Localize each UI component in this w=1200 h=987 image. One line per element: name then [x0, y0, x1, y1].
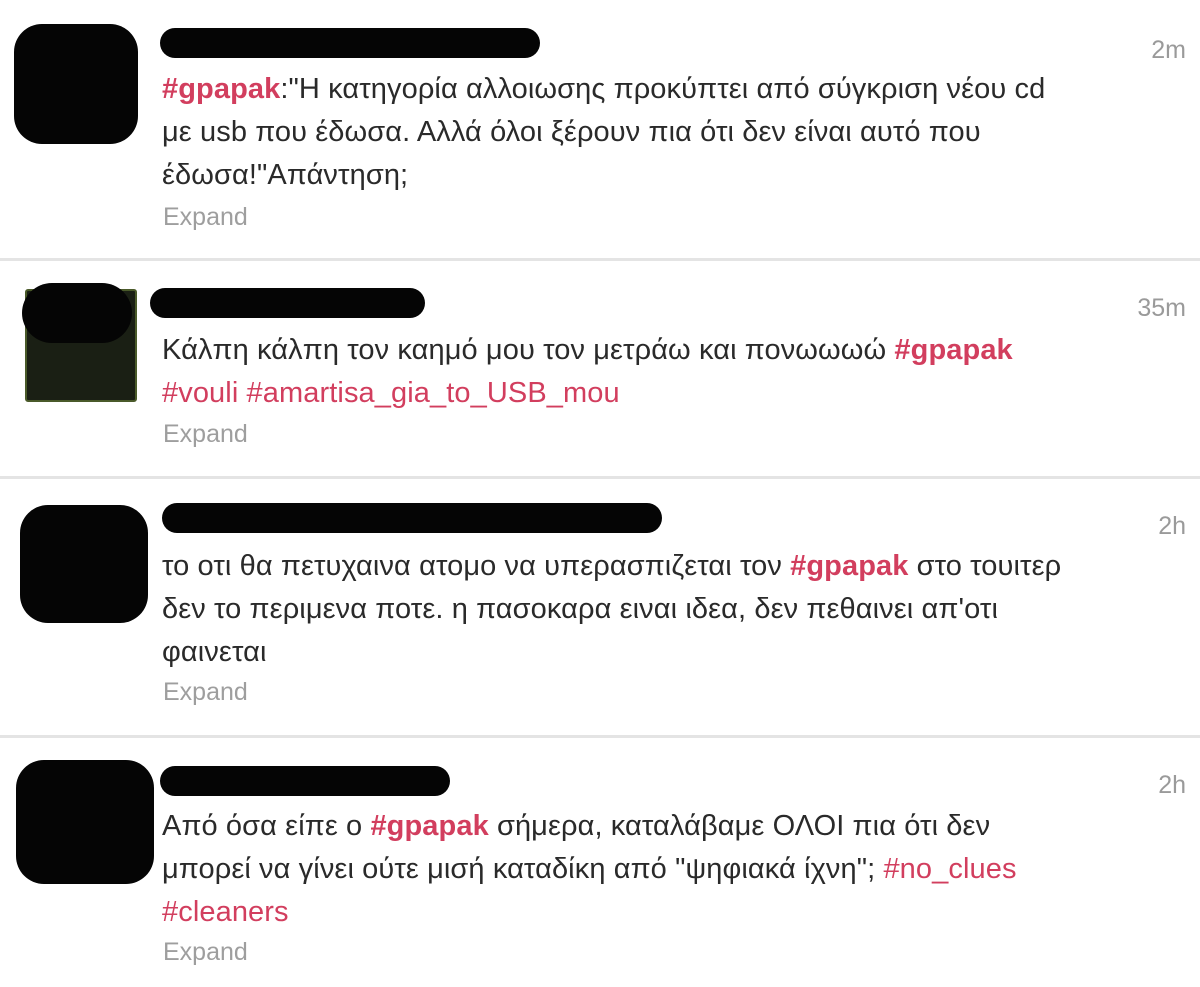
tweet-stream: 2m #gpapak:"Η κατηγορία αλλοιωσης προκύπ… [0, 0, 1200, 987]
tweet-line: #cleaners [162, 891, 1170, 934]
tweet-text-span: το οτι θα πετυχαινα ατομο να υπερασπιζετ… [162, 550, 791, 582]
tweet[interactable]: 2m #gpapak:"Η κατηγορία αλλοιωσης προκύπ… [0, 0, 1200, 258]
hashtag-link[interactable]: #gpapak [790, 550, 908, 582]
avatar-redacted [22, 283, 132, 343]
tweet[interactable]: 35m Κάλπη κάλπη τον καημό μου τον μετράω… [0, 261, 1200, 476]
hashtag-link[interactable]: #gpapak [370, 810, 488, 842]
hashtag-link[interactable]: #amartisa_gia_to_USB_mou [247, 377, 620, 409]
tweet-text-span: :"Η κατηγορία αλλοιωσης προκύπτει από σύ… [280, 73, 1046, 105]
expand-link[interactable]: Expand [163, 678, 248, 707]
tweet-line: το οτι θα πετυχαινα ατομο να υπερασπιζετ… [162, 545, 1170, 588]
tweet-line: δεν το περιμενα ποτε. η πασοκαρα ειναι ι… [162, 588, 1170, 631]
username-redacted[interactable] [162, 503, 662, 533]
hashtag-link[interactable]: #gpapak [894, 334, 1012, 366]
tweet-line: μπορεί να γίνει ούτε μισή καταδίκη από "… [162, 848, 1170, 891]
tweet-line: έδωσα!"Απάντηση; [162, 154, 1170, 197]
tweet-text-span: δεν το περιμενα ποτε. η πασοκαρα ειναι ι… [162, 593, 999, 625]
avatar-redacted[interactable] [14, 24, 138, 144]
tweet-text: Κάλπη κάλπη τον καημό μου τον μετράω και… [162, 329, 1170, 415]
tweet-line: φαινεται [162, 631, 1170, 674]
tweet-text-span: Κάλπη κάλπη τον καημό μου τον μετράω και… [162, 334, 895, 366]
tweet-line: με usb που έδωσα. Αλλά όλοι ξέρουν πια ό… [162, 111, 1170, 154]
username-redacted[interactable] [160, 28, 540, 58]
hashtag-link[interactable]: #cleaners [162, 896, 289, 928]
tweet-text-span [238, 377, 246, 409]
avatar-redacted[interactable] [16, 760, 154, 884]
tweet-text-span: σήμερα, καταλάβαμε ΟΛΟΙ πια ότι δεν [488, 810, 991, 842]
tweet[interactable]: 2h Από όσα είπε ο #gpapak σήμερα, καταλά… [0, 738, 1200, 987]
tweet-text: Από όσα είπε ο #gpapak σήμερα, καταλάβαμ… [162, 805, 1170, 934]
expand-link[interactable]: Expand [163, 420, 248, 449]
hashtag-link[interactable]: #no_clues [883, 853, 1016, 885]
tweet-text-span: έδωσα!"Απάντηση; [162, 159, 409, 191]
tweet-line: #gpapak:"Η κατηγορία αλλοιωσης προκύπτει… [162, 68, 1170, 111]
tweet-timestamp[interactable]: 2m [1151, 36, 1186, 65]
tweet-text-span: μπορεί να γίνει ούτε μισή καταδίκη από "… [162, 853, 884, 885]
tweet-text-span: με usb που έδωσα. Αλλά όλοι ξέρουν πια ό… [162, 116, 981, 148]
tweet-text: το οτι θα πετυχαινα ατομο να υπερασπιζετ… [162, 545, 1170, 674]
tweet-timestamp[interactable]: 2h [1158, 512, 1186, 541]
username-redacted[interactable] [160, 766, 450, 796]
tweet-text-span: Από όσα είπε ο [162, 810, 371, 842]
tweet-text-span: στο τουιτερ [908, 550, 1062, 582]
username-redacted[interactable] [150, 288, 425, 318]
tweet-text: #gpapak:"Η κατηγορία αλλοιωσης προκύπτει… [162, 68, 1170, 197]
tweet-text-span: φαινεται [162, 636, 267, 668]
avatar-redacted[interactable] [20, 505, 148, 623]
expand-link[interactable]: Expand [163, 203, 248, 232]
tweet-timestamp[interactable]: 2h [1158, 771, 1186, 800]
hashtag-link[interactable]: #gpapak [162, 73, 280, 105]
tweet-line: Κάλπη κάλπη τον καημό μου τον μετράω και… [162, 329, 1170, 372]
expand-link[interactable]: Expand [163, 938, 248, 967]
tweet-line: Από όσα είπε ο #gpapak σήμερα, καταλάβαμ… [162, 805, 1170, 848]
hashtag-link[interactable]: #vouli [162, 377, 238, 409]
tweet-line: #vouli #amartisa_gia_to_USB_mou [162, 372, 1170, 415]
tweet[interactable]: 2h το οτι θα πετυχαινα ατομο να υπερασπι… [0, 479, 1200, 735]
tweet-timestamp[interactable]: 35m [1137, 294, 1186, 323]
